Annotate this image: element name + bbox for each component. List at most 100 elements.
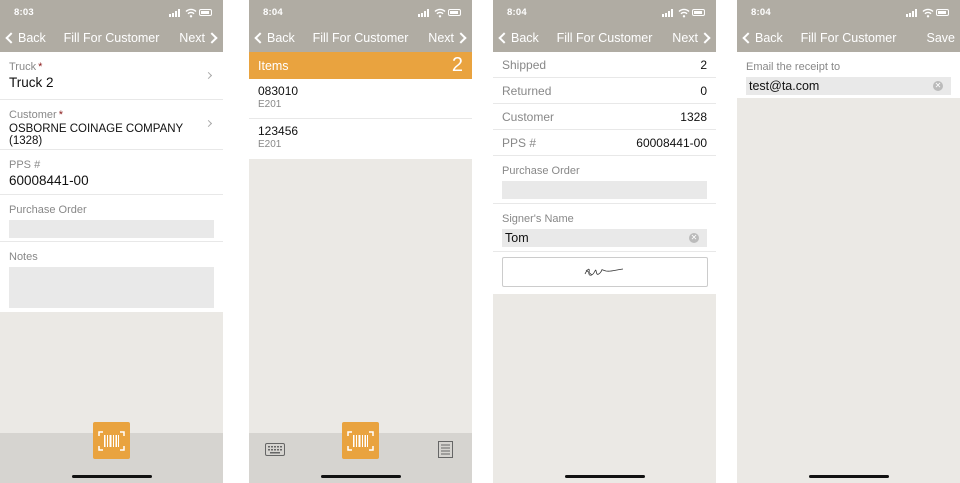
screen-items: 8:04 Back Fill For Customer Next Items 2… [249, 0, 472, 483]
customer-label: Customer [9, 109, 57, 121]
signer-name-label: Signer's Name [502, 213, 574, 225]
signal-icon [418, 9, 431, 17]
pps-value: 60008441-00 [9, 173, 89, 188]
purchase-order-input[interactable] [9, 220, 214, 238]
battery-icon [199, 9, 212, 16]
summary-form: Shipped 2 Returned 0 Customer 1328 PPS #… [493, 52, 716, 294]
chevron-right-icon [206, 32, 218, 44]
item-sub: E201 [258, 99, 282, 110]
truck-field[interactable]: Truck * Truck 2 [0, 52, 223, 100]
pps-label: PPS # [502, 136, 537, 150]
wifi-icon [434, 8, 446, 18]
status-bar: 8:04 [737, 6, 960, 20]
clear-icon[interactable]: ✕ [689, 233, 699, 243]
status-time: 8:04 [751, 7, 771, 18]
purchase-order-label: Purchase Order [9, 204, 87, 216]
keyboard-icon[interactable] [265, 443, 285, 456]
customer-field[interactable]: Customer * OSBORNE COINAGE COMPANY (1328) [0, 100, 223, 150]
next-button[interactable]: Next [179, 31, 218, 45]
next-button[interactable]: Next [428, 31, 467, 45]
returned-label: Returned [502, 84, 552, 98]
status-time: 8:04 [507, 7, 527, 18]
chevron-right-icon [699, 32, 711, 44]
signal-icon [662, 9, 675, 17]
customer-row: Customer 1328 [493, 104, 716, 130]
notes-input[interactable] [9, 267, 214, 308]
home-indicator[interactable] [809, 475, 889, 478]
pps-row: PPS # 60008441-00 [493, 130, 716, 156]
next-button[interactable]: Next [672, 31, 711, 45]
status-icons [169, 8, 213, 18]
battery-icon [692, 9, 705, 16]
next-label: Next [428, 31, 454, 45]
signer-name-field: Signer's Name Tom ✕ [493, 204, 716, 252]
email-field: Email the receipt to test@ta.com ✕ [737, 52, 960, 98]
required-mark: * [38, 61, 43, 73]
purchase-order-field: Purchase Order [0, 195, 223, 242]
status-icons [418, 8, 462, 18]
status-bar: 8:04 [493, 6, 716, 20]
signer-name-input[interactable]: Tom ✕ [502, 229, 707, 247]
status-icons [906, 8, 950, 18]
notes-label: Notes [9, 251, 38, 263]
nav-bar: 8:04 Back Fill For Customer Next [249, 0, 472, 52]
wifi-icon [185, 8, 197, 18]
signature-section [493, 252, 716, 294]
items-count: 2 [451, 54, 463, 76]
screen-summary-signature: 8:04 Back Fill For Customer Next Shipped… [493, 0, 716, 483]
home-indicator[interactable] [565, 475, 645, 478]
returned-row: Returned 0 [493, 78, 716, 104]
scan-barcode-button[interactable] [93, 422, 130, 459]
save-label: Save [926, 31, 956, 45]
signature-stroke [584, 268, 624, 276]
returned-value: 0 [700, 84, 707, 98]
signer-name-value: Tom [505, 231, 529, 245]
customer-label: Customer [502, 110, 555, 124]
scan-barcode-button[interactable] [342, 422, 379, 459]
battery-icon [936, 9, 949, 16]
shipped-row: Shipped 2 [493, 52, 716, 78]
barcode-scan-icon [98, 430, 125, 451]
home-indicator[interactable] [72, 475, 152, 478]
chevron-right-icon [455, 32, 467, 44]
bottom-toolbar [249, 422, 472, 483]
email-input[interactable]: test@ta.com ✕ [746, 77, 951, 95]
barcode-scan-icon [347, 430, 374, 451]
status-bar: 8:04 [249, 6, 472, 20]
email-label: Email the receipt to [746, 61, 841, 73]
nav-bar: 8:04 Back Fill For Customer Save [737, 0, 960, 52]
pps-field: PPS # 60008441-00 [0, 150, 223, 195]
pps-label: PPS # [9, 159, 41, 171]
email-form: Email the receipt to test@ta.com ✕ [737, 52, 960, 98]
bottom-toolbar [0, 422, 223, 483]
clear-icon[interactable]: ✕ [933, 81, 943, 91]
signature-pad[interactable] [502, 257, 708, 287]
purchase-order-label: Purchase Order [502, 165, 580, 177]
items-label: Items [258, 59, 289, 73]
status-bar: 8:03 [0, 6, 223, 20]
signal-icon [906, 9, 919, 17]
wifi-icon [922, 8, 934, 18]
home-indicator[interactable] [321, 475, 401, 478]
shipped-label: Shipped [502, 58, 547, 72]
item-sub: E201 [258, 139, 282, 150]
customer-value: OSBORNE COINAGE COMPANY (1328) [9, 123, 184, 147]
screen-email-receipt: 8:04 Back Fill For Customer Save Email t… [737, 0, 960, 483]
truck-label: Truck [9, 61, 37, 73]
required-mark: * [58, 109, 63, 121]
purchase-order-input[interactable] [502, 181, 707, 199]
shipped-value: 2 [700, 58, 707, 72]
item-code: 083010 [258, 84, 299, 98]
screen-customer-details: 8:03 Back Fill For Customer Next Truck * … [0, 0, 223, 483]
nav-bar: 8:03 Back Fill For Customer Next [0, 0, 223, 52]
save-button[interactable]: Save [927, 31, 956, 45]
status-time: 8:03 [14, 7, 34, 18]
list-icon[interactable] [438, 441, 453, 458]
next-label: Next [672, 31, 698, 45]
form: Truck * Truck 2 Customer * OSBORNE COINAGE… [0, 52, 223, 312]
list-item[interactable]: 083010 E201 [249, 79, 472, 119]
status-time: 8:04 [263, 7, 283, 18]
notes-field: Notes [0, 242, 223, 312]
nav-bar: 8:04 Back Fill For Customer Next [493, 0, 716, 52]
list-item[interactable]: 123456 E201 [249, 119, 472, 159]
